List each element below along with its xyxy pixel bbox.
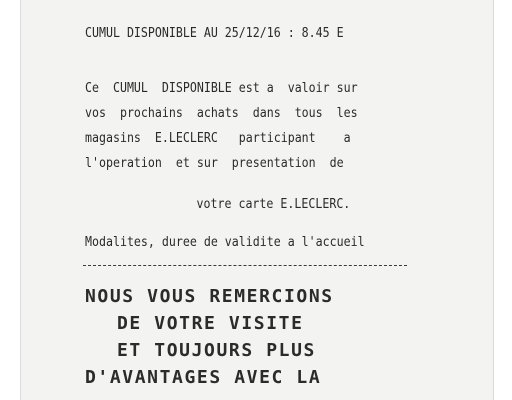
thanks-line-4: D'AVANTAGES AVEC LA — [85, 367, 322, 388]
paragraph-line-4: l'operation et sur presentation de — [85, 155, 344, 171]
paragraph-line-5: votre carte E.LECLERC. — [21, 180, 493, 228]
thanks-line-3: ET TOUJOURS PLUS — [117, 340, 316, 361]
paragraph-line-1: Ce CUMUL DISPONIBLE est a valoir sur — [85, 80, 358, 96]
conditions-line: Modalites, duree de validite a l'accueil — [85, 234, 365, 250]
paragraph-line-3: magasins E.LECLERC participant a — [85, 130, 351, 146]
dashed-separator — [83, 265, 407, 266]
paragraph-line-5-text: votre carte E.LECLERC. — [196, 196, 351, 212]
thanks-line-1: NOUS VOUS REMERCIONS — [85, 286, 334, 307]
paragraph-line-2: vos prochains achats dans tous les — [85, 105, 358, 121]
receipt-paper: CUMUL DISPONIBLE AU 25/12/16 : 8.45 E Ce… — [20, 0, 494, 400]
balance-line: CUMUL DISPONIBLE AU 25/12/16 : 8.45 E — [85, 25, 344, 41]
thanks-line-2: DE VOTRE VISITE — [117, 313, 304, 334]
